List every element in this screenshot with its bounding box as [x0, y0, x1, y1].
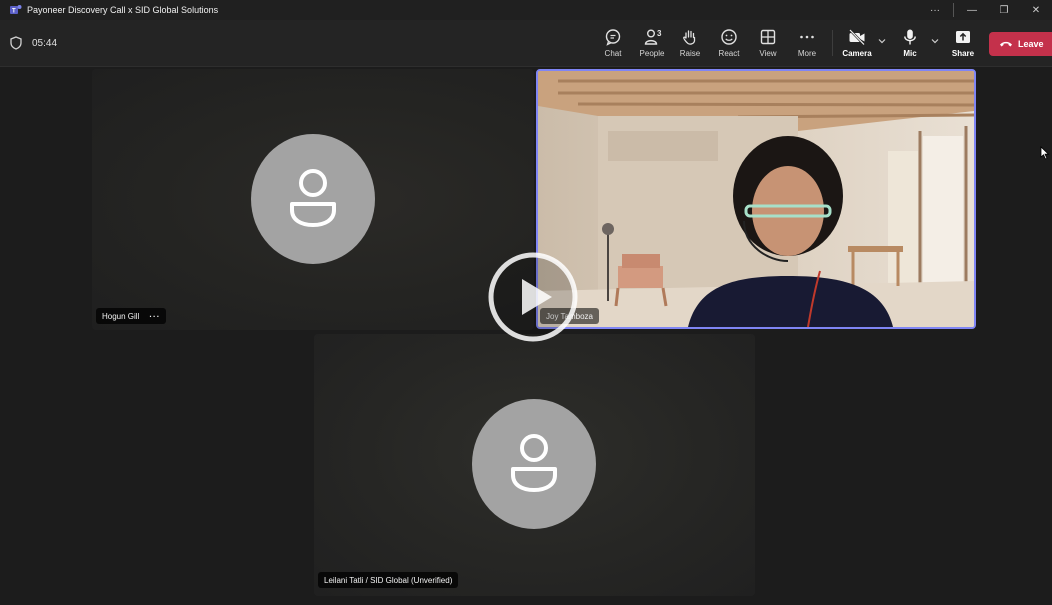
- toolbar-divider: [832, 30, 833, 56]
- view-button[interactable]: View: [748, 26, 788, 62]
- avatar: [251, 134, 375, 264]
- mouse-cursor-icon: [1040, 146, 1050, 160]
- participant-tile-joy-tamboza[interactable]: Joy Tamboza: [536, 69, 976, 329]
- participant-tile-hogun-gill[interactable]: Hogun Gill ···: [92, 69, 534, 330]
- leave-button[interactable]: Leave: [989, 32, 1052, 56]
- meeting-timer: 05:44: [10, 36, 57, 50]
- participant-name-tag: Hogun Gill ···: [96, 308, 167, 324]
- participant-tile-leilani-tatli[interactable]: Leilani Tatli / SID Global (Unverified): [314, 334, 755, 596]
- participant-more-options[interactable]: ···: [149, 312, 160, 321]
- window-more-button[interactable]: ···: [919, 0, 951, 20]
- mic-options-chevron-icon[interactable]: [930, 36, 940, 46]
- close-window-button[interactable]: ✕: [1020, 0, 1052, 20]
- people-count-badge: 3: [657, 29, 662, 38]
- participant-name: Hogun Gill: [102, 311, 140, 321]
- video-feed: [538, 71, 974, 327]
- react-button[interactable]: React: [709, 26, 749, 62]
- participant-name-tag: Leilani Tatli / SID Global (Unverified): [318, 572, 459, 588]
- mic-label: Mic: [903, 49, 917, 58]
- people-button[interactable]: 3 People: [632, 26, 672, 62]
- smile-icon: [721, 29, 737, 45]
- camera-button[interactable]: Camera: [837, 26, 877, 62]
- avatar: [472, 399, 596, 529]
- window-title-bar: T Payoneer Discovery Call x SID Global S…: [0, 0, 1052, 20]
- phone-hangup-icon: [1000, 41, 1012, 47]
- mic-button[interactable]: Mic: [890, 26, 930, 62]
- grid-icon: [760, 29, 776, 45]
- play-icon[interactable]: [488, 252, 578, 342]
- minimize-button[interactable]: —: [956, 0, 988, 20]
- participant-name: Leilani Tatli / SID Global (Unverified): [324, 575, 453, 585]
- people-label: People: [639, 49, 665, 58]
- window-controls-divider: [953, 3, 954, 17]
- chat-label: Chat: [604, 49, 622, 58]
- meeting-toolbar: 05:44 Chat 3 People Raise React View Mor…: [0, 20, 1052, 67]
- share-label: Share: [951, 49, 975, 58]
- ellipsis-icon: [800, 35, 814, 39]
- more-label: More: [797, 49, 817, 58]
- camera-options-chevron-icon[interactable]: [877, 36, 887, 46]
- window-controls: ··· — ❐ ✕: [919, 0, 1052, 20]
- teams-icon: T: [10, 5, 22, 15]
- restore-button[interactable]: ❐: [988, 0, 1020, 20]
- more-button[interactable]: More: [787, 26, 827, 62]
- raise-hand-button[interactable]: Raise: [670, 26, 710, 62]
- chat-icon: [605, 29, 621, 46]
- mic-icon: [904, 29, 916, 45]
- view-label: View: [759, 49, 777, 58]
- shield-icon: [10, 36, 22, 50]
- person-icon: [511, 434, 557, 492]
- camera-label: Camera: [842, 49, 872, 58]
- window-title: Payoneer Discovery Call x SID Global Sol…: [27, 5, 219, 15]
- chat-button[interactable]: Chat: [593, 26, 633, 62]
- share-button[interactable]: Share: [943, 26, 983, 62]
- share-icon: [956, 31, 970, 43]
- timer-text: 05:44: [32, 37, 58, 49]
- person-icon: [290, 169, 336, 227]
- hand-icon: [683, 30, 696, 45]
- leave-label: Leave: [1018, 39, 1044, 49]
- svg-text:T: T: [12, 9, 16, 15]
- camera-off-icon: [849, 29, 865, 46]
- raise-label: Raise: [679, 49, 701, 58]
- react-label: React: [718, 49, 740, 58]
